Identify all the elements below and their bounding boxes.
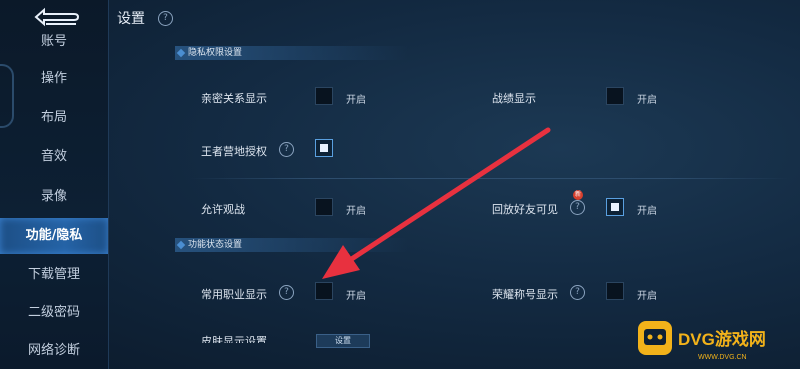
checkbox-honor[interactable] <box>606 282 624 300</box>
option-record: 开启 <box>637 95 657 106</box>
help-icon[interactable]: ? <box>158 11 173 26</box>
watermark-logo: DVG游戏网 WWW.DVG.CN <box>638 321 766 361</box>
sidebar-item-layout[interactable]: 布局 <box>0 101 108 135</box>
help-icon-role[interactable]: ? <box>279 285 294 300</box>
help-icon-replay[interactable]: ? <box>570 200 585 215</box>
checkbox-camp[interactable] <box>315 139 333 157</box>
new-badge: 新 <box>573 190 583 200</box>
label-skin: 皮肤显示设置 <box>201 335 267 343</box>
checkbox-record[interactable] <box>606 87 624 105</box>
sidebar-item-function-privacy[interactable]: 功能/隐私 <box>0 218 108 254</box>
section-function: 功能状态设置 <box>175 238 408 252</box>
sidebar-item-sound[interactable]: 音效 <box>0 140 108 174</box>
option-spectate: 开启 <box>346 206 366 217</box>
sidebar-item-download[interactable]: 下载管理 <box>0 258 108 292</box>
sidebar-item-network[interactable]: 网络诊断 <box>0 334 108 368</box>
label-camp: 王者营地授权 <box>201 145 267 158</box>
option-honor: 开启 <box>637 291 657 302</box>
skin-settings-button[interactable]: 设置 <box>316 334 370 348</box>
checkbox-role[interactable] <box>315 282 333 300</box>
section-privacy: 隐私权限设置 <box>175 46 408 60</box>
checkbox-replay-friends[interactable] <box>606 198 624 216</box>
sidebar-item-controls[interactable]: 操作 <box>0 62 108 96</box>
help-icon-camp[interactable]: ? <box>279 142 294 157</box>
label-honor: 荣耀称号显示 <box>492 288 558 301</box>
help-icon-honor[interactable]: ? <box>570 285 585 300</box>
sidebar: 账号 操作 布局 音效 录像 功能/隐私 下载管理 二级密码 网络诊断 <box>0 0 109 369</box>
watermark-brand: DVG游戏网 <box>678 329 766 349</box>
option-intimacy: 开启 <box>346 95 366 106</box>
watermark-url: WWW.DVG.CN <box>698 354 747 361</box>
checkbox-intimacy[interactable] <box>315 87 333 105</box>
label-replay-friends: 回放好友可见 <box>492 203 558 216</box>
option-replay-friends: 开启 <box>637 206 657 217</box>
label-record: 战绩显示 <box>492 92 536 105</box>
divider <box>190 178 790 179</box>
sidebar-item-second-password[interactable]: 二级密码 <box>0 296 108 330</box>
page-title: 设置 <box>117 11 145 27</box>
sidebar-item-replay[interactable]: 录像 <box>0 180 108 214</box>
label-spectate: 允许观战 <box>201 203 245 216</box>
checkbox-spectate[interactable] <box>315 198 333 216</box>
sidebar-item-account[interactable]: 账号 <box>0 32 108 52</box>
label-intimacy: 亲密关系显示 <box>201 92 267 105</box>
back-icon[interactable] <box>30 6 82 28</box>
label-role: 常用职业显示 <box>201 288 267 301</box>
option-role: 开启 <box>346 291 366 302</box>
